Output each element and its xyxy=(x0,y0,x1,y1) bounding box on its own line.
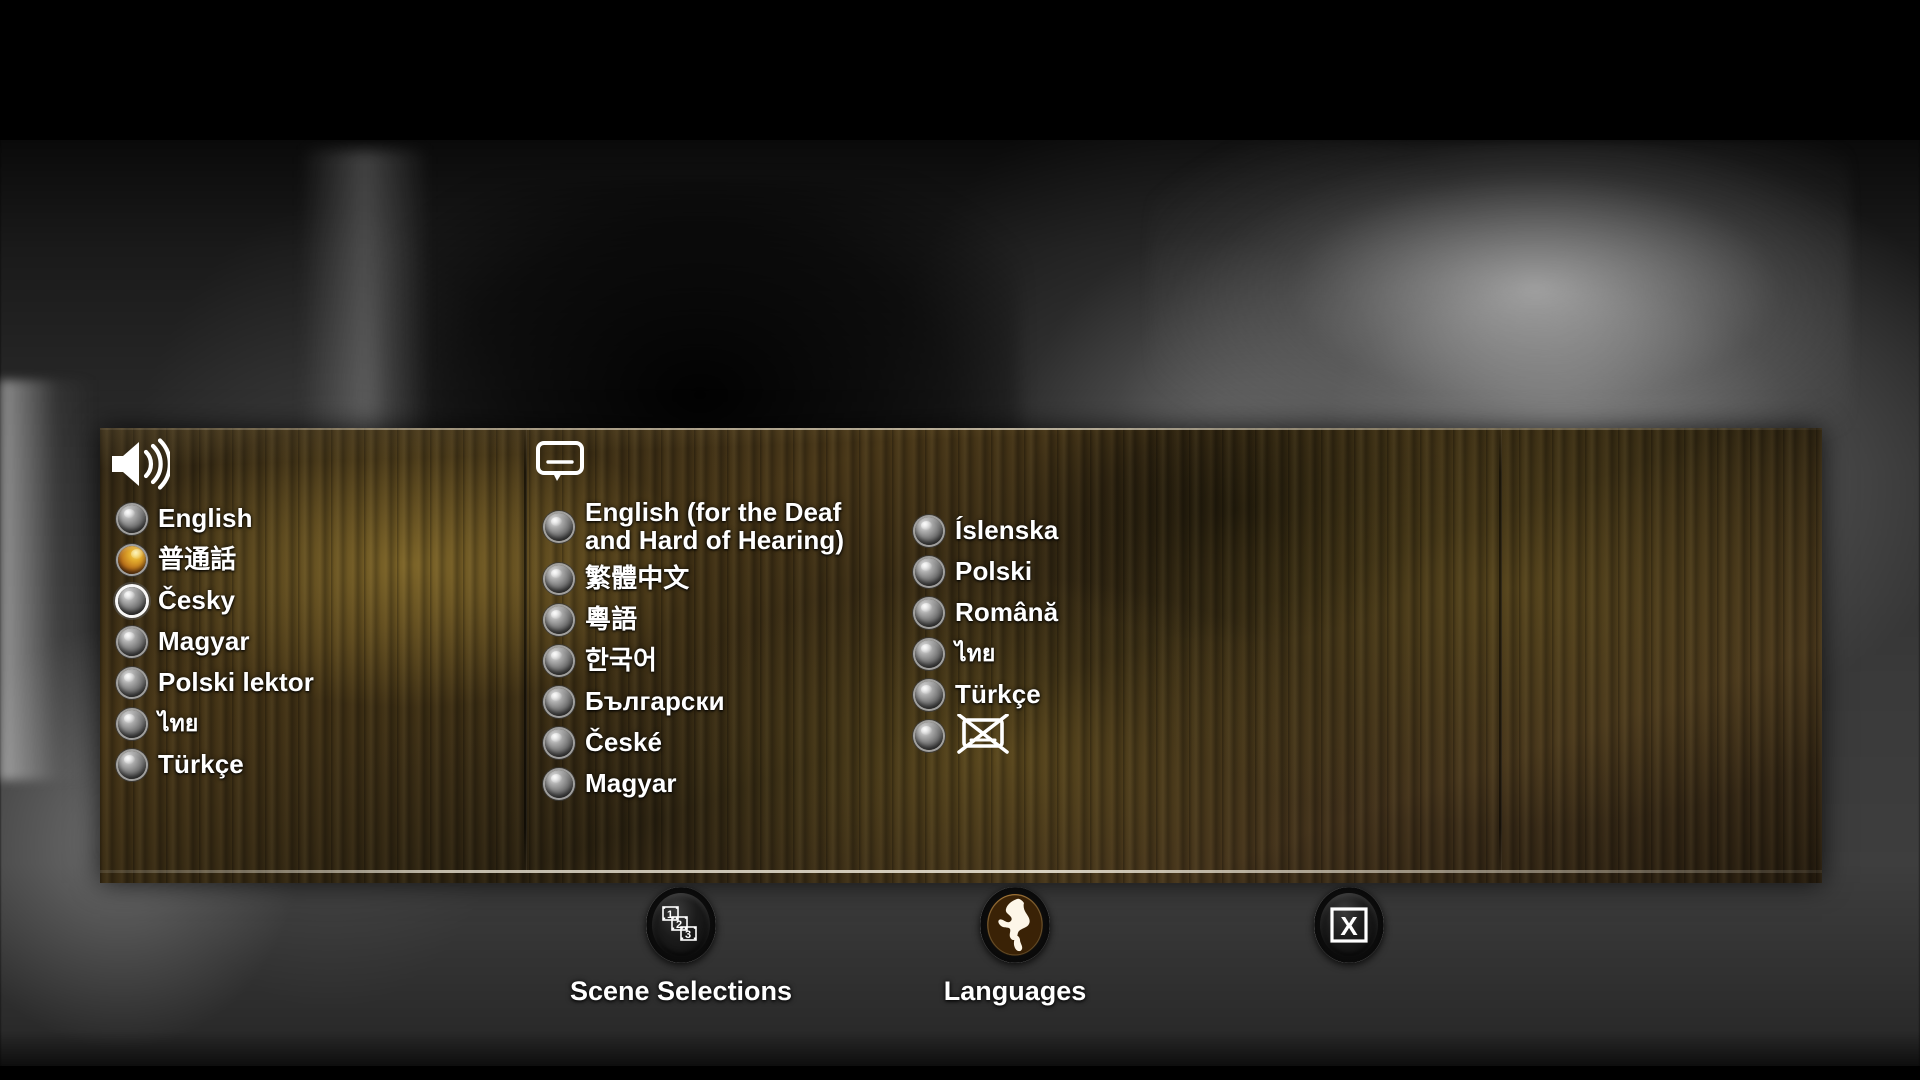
subtitle-language-item[interactable]: 한국어 xyxy=(545,640,945,681)
subtitle-language-label: Íslenska xyxy=(955,514,1059,545)
radio-button[interactable] xyxy=(915,598,943,627)
subtitle-language-label: Magyar xyxy=(585,767,677,798)
subtitle-language-list-column-two: Íslenska Polski Română ไทย Türkçe xyxy=(915,510,1255,756)
radio-button[interactable] xyxy=(915,516,943,545)
background-light-streak-left xyxy=(0,380,95,780)
audio-language-item[interactable]: Polski lektor xyxy=(118,662,518,703)
subtitle-language-label: České xyxy=(585,726,663,757)
subtitle-language-list-column-one: English (for the Deaf and Hard of Hearin… xyxy=(545,496,945,804)
nav-item-label: Languages xyxy=(943,976,1087,1006)
radio-button[interactable] xyxy=(545,769,573,798)
audio-language-label: Türkçe xyxy=(158,748,244,779)
radio-button[interactable] xyxy=(545,513,573,541)
subtitle-language-label: ไทย xyxy=(955,640,996,667)
language-lists-area: English 普通話 Česky Magyar Polski lektor ไทย Tür… xyxy=(100,428,1822,872)
radio-button[interactable] xyxy=(545,646,573,675)
subtitle-language-label: English (for the Deaf and Hard of Hearin… xyxy=(585,497,845,555)
subtitle-language-item[interactable]: English (for the Deaf and Hard of Hearin… xyxy=(545,496,945,558)
menu-panel: English 普通話 Česky Magyar Polski lektor ไทย Tür… xyxy=(100,428,1822,1006)
radio-button[interactable] xyxy=(915,721,943,750)
svg-text:2: 2 xyxy=(676,919,682,931)
radio-button-focused[interactable] xyxy=(118,586,146,615)
audio-language-label: 普通話 xyxy=(158,543,237,574)
audio-language-list: English 普通話 Česky Magyar Polski lektor ไทย Tür… xyxy=(118,498,518,785)
subtitle-language-item[interactable]: Български xyxy=(545,681,945,722)
subtitle-language-item[interactable]: České xyxy=(545,722,945,763)
nav-button[interactable]: 123 xyxy=(646,887,716,963)
radio-button[interactable] xyxy=(915,680,943,709)
subtitle-language-item[interactable]: 粵語 xyxy=(545,599,945,640)
audio-language-item[interactable]: Česky xyxy=(118,580,518,621)
background-light-streak-right xyxy=(1150,140,1850,470)
audio-language-item[interactable]: Magyar xyxy=(118,621,518,662)
radio-button[interactable] xyxy=(118,709,146,738)
radio-button[interactable] xyxy=(915,639,943,668)
subtitles-off-icon xyxy=(957,713,1009,758)
speaker-icon xyxy=(108,438,172,495)
nav-button[interactable]: X xyxy=(1314,887,1384,963)
audio-language-item[interactable]: English xyxy=(118,498,518,539)
audio-language-label: Česky xyxy=(158,584,236,615)
audio-language-item[interactable]: ไทย xyxy=(118,703,518,744)
nav-item-globe[interactable]: Languages xyxy=(904,887,1126,1007)
globe-icon xyxy=(987,894,1043,956)
subtitle-language-item[interactable]: Magyar xyxy=(545,763,945,804)
subtitle-language-label: Polski xyxy=(955,555,1033,586)
subtitle-language-label: Türkçe xyxy=(955,678,1041,709)
nav-item-label: Scene Selections xyxy=(569,976,793,1006)
radio-button[interactable] xyxy=(915,557,943,586)
subtitle-language-item[interactable] xyxy=(915,713,1255,758)
dvd-language-menu-screen: English 普通話 Česky Magyar Polski lektor ไทย Tür… xyxy=(0,0,1920,1080)
column-divider-right xyxy=(1499,428,1502,872)
audio-language-label: Magyar xyxy=(158,625,250,656)
svg-text:1: 1 xyxy=(667,909,673,921)
subtitle-language-label: Български xyxy=(585,685,725,716)
radio-button[interactable] xyxy=(118,627,146,656)
radio-button[interactable] xyxy=(545,687,573,716)
subtitle-icon xyxy=(535,440,585,489)
radio-button-selected[interactable] xyxy=(118,545,146,574)
bottom-navigation-bar: 1 2 3 Scene Selections Languages X xyxy=(100,873,1822,1080)
exit-x-icon: X xyxy=(1320,893,1378,957)
subtitle-language-item[interactable]: 繁體中文 xyxy=(545,558,945,599)
radio-button[interactable] xyxy=(118,504,146,533)
subtitle-language-label: 粵語 xyxy=(585,603,638,634)
subtitle-language-label: 繁體中文 xyxy=(585,562,690,593)
subtitle-language-item[interactable]: Íslenska xyxy=(915,510,1255,551)
subtitle-language-label: 한국어 xyxy=(585,644,658,675)
audio-language-item[interactable]: Türkçe xyxy=(118,744,518,785)
audio-language-label: English xyxy=(158,502,253,533)
nav-item-exit-x[interactable]: X xyxy=(1238,887,1460,963)
svg-text:3: 3 xyxy=(685,929,691,941)
letterbox-top xyxy=(0,0,1920,140)
subtitle-language-item[interactable]: Türkçe xyxy=(915,674,1255,715)
audio-language-label: Polski lektor xyxy=(158,666,314,697)
radio-button[interactable] xyxy=(118,750,146,779)
nav-button[interactable] xyxy=(980,887,1050,963)
scene-selections-icon: 123 xyxy=(652,893,710,957)
subtitle-language-label: Română xyxy=(955,596,1059,627)
audio-language-label: ไทย xyxy=(158,710,199,737)
radio-button[interactable] xyxy=(118,668,146,697)
navigation-items: 1 2 3 Scene Selections Languages X xyxy=(570,887,1460,1007)
radio-button[interactable] xyxy=(545,605,573,634)
svg-text:X: X xyxy=(1340,911,1358,941)
subtitle-language-item[interactable]: Polski xyxy=(915,551,1255,592)
radio-button[interactable] xyxy=(545,728,573,757)
subtitle-language-item[interactable]: ไทย xyxy=(915,633,1255,674)
nav-item-scene-selections[interactable]: 1 2 3 Scene Selections xyxy=(570,887,792,1007)
radio-button[interactable] xyxy=(545,564,573,593)
column-divider-left xyxy=(524,428,527,872)
audio-language-item[interactable]: 普通話 xyxy=(118,539,518,580)
subtitle-language-item[interactable]: Română xyxy=(915,592,1255,633)
